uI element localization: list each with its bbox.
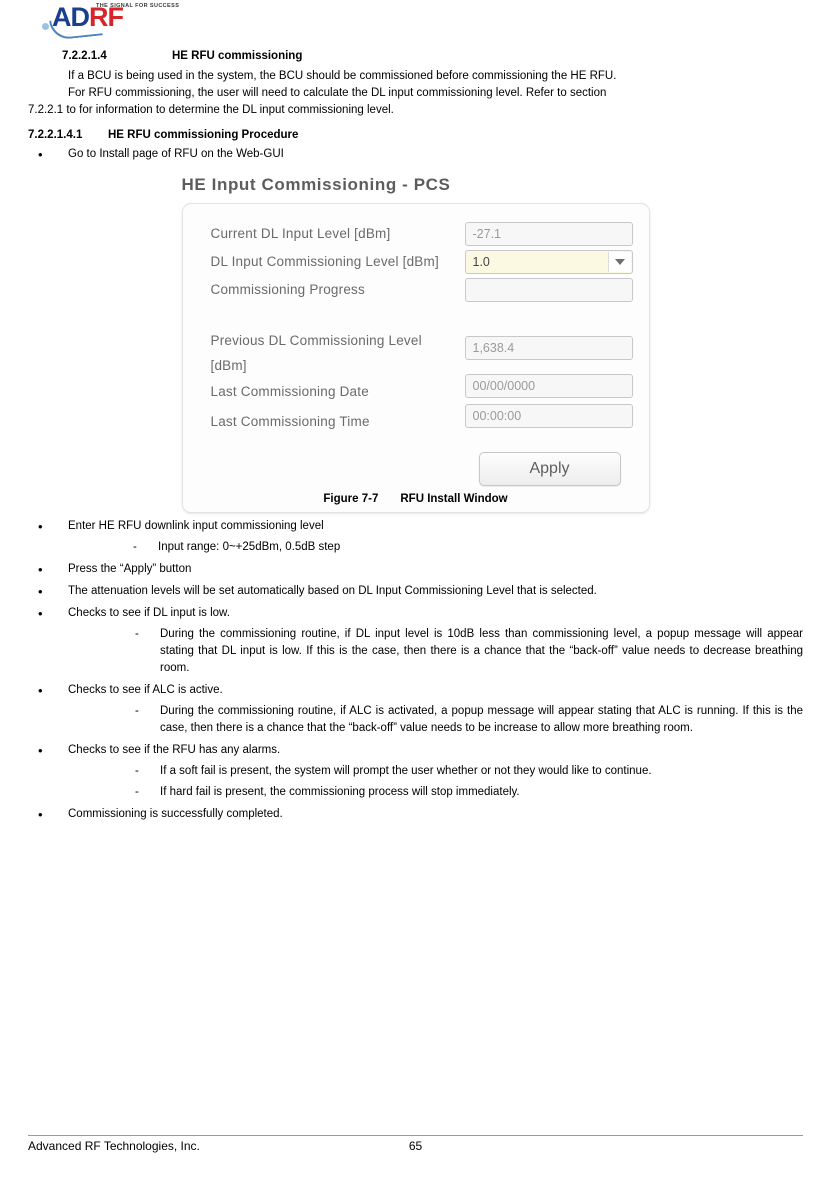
section-heading: 7.2.2.1.4 HE RFU commissioning (0, 50, 831, 62)
logo-tagline: THE SIGNAL FOR SUCCESS (96, 3, 180, 9)
bullet-check-alc-active: Checks to see if ALC is active. (0, 682, 831, 699)
chevron-down-icon[interactable] (607, 252, 631, 272)
section-number: 7.2.2.1.4 (62, 50, 107, 62)
field-previous-dl-commissioning-level: 1,638.4 (464, 336, 633, 360)
figure-caption: Figure 7-7 RFU Install Window (182, 493, 650, 505)
paragraph-2-continued: 7.2.2.1 to for information to determine … (28, 104, 394, 116)
logo-dot-icon (42, 23, 49, 30)
field-last-commissioning-date: 00/00/0000 (464, 374, 633, 398)
document-page: ADRF THE SIGNAL FOR SUCCESS 7.2.2.1.4 HE… (0, 0, 831, 1179)
label-dl-input-commissioning-level: DL Input Commissioning Level [dBm] (210, 254, 439, 269)
sub-soft-fail-detail: If a soft fail is present, the system wi… (0, 763, 831, 780)
sub-dl-input-low-detail: During the commissioning routine, if DL … (0, 626, 831, 677)
page-footer: Advanced RF Technologies, Inc. 65 (0, 1135, 831, 1159)
logo-letter-d: D (70, 2, 90, 32)
adrf-logo: ADRF THE SIGNAL FOR SUCCESS (28, 2, 188, 41)
paragraph-1: If a BCU is being used in the system, th… (68, 70, 617, 82)
paragraph-2: For RFU commissioning, the user will nee… (68, 87, 607, 99)
figure-caption-label: Figure 7-7 (323, 493, 379, 505)
subsection-number: 7.2.2.1.4.1 (28, 129, 83, 141)
label-current-dl-input-level: Current DL Input Level [dBm] (210, 226, 391, 241)
label-last-commissioning-time: Last Commissioning Time (210, 414, 370, 429)
figure-rfu-install-window: HE Input Commissioning - PCS Current DL … (181, 175, 650, 513)
combo-dl-input-commissioning-level[interactable]: 1.0 (464, 250, 633, 274)
sub-hard-fail-detail: If hard fail is present, the commissioni… (0, 784, 831, 801)
panel-title: HE Input Commissioning - PCS (181, 175, 451, 194)
subsection-title: HE RFU commissioning Procedure (108, 129, 299, 141)
sub-input-range: Input range: 0~+25dBm, 0.5dB step (0, 539, 831, 556)
bullet-install-page: Go to Install page of RFU on the Web-GUI (0, 146, 831, 163)
section-title: HE RFU commissioning (172, 50, 303, 62)
subsection-heading: 7.2.2.1.4.1 HE RFU commissioning Procedu… (0, 129, 831, 141)
logo-letter-a: A (52, 2, 71, 32)
footer-page-number: 65 (408, 1139, 423, 1153)
sub-alc-active-detail: During the commissioning routine, if ALC… (0, 703, 831, 737)
field-commissioning-progress (464, 278, 633, 302)
bullet-check-dl-input-low: Checks to see if DL input is low. (0, 605, 831, 622)
bullet-enter-commissioning-level: Enter HE RFU downlink input commissionin… (0, 518, 831, 535)
he-input-commissioning-panel: Current DL Input Level [dBm] -27.1 DL In… (181, 203, 650, 513)
document-content: 7.2.2.1.4 HE RFU commissioning If a BCU … (0, 40, 831, 823)
combo-selected-value: 1.0 (472, 255, 490, 269)
label-commissioning-progress: Commissioning Progress (210, 282, 365, 297)
field-last-commissioning-time: 00:00:00 (464, 404, 633, 428)
bullet-check-alarms: Checks to see if the RFU has any alarms. (0, 742, 831, 759)
footer-divider (28, 1135, 803, 1136)
figure-caption-title: RFU Install Window (400, 493, 508, 505)
bullet-commissioning-complete: Commissioning is successfully completed. (0, 806, 831, 823)
bullet-attenuation-levels: The attenuation levels will be set autom… (0, 583, 831, 600)
field-current-dl-input-level: -27.1 (464, 222, 633, 246)
bullet-press-apply: Press the “Apply” button (0, 561, 831, 578)
label-last-commissioning-date: Last Commissioning Date (210, 384, 369, 399)
label-previous-dl-commissioning-level: Previous DL Commissioning Level [dBm] (210, 333, 422, 373)
apply-button[interactable]: Apply (478, 452, 621, 486)
